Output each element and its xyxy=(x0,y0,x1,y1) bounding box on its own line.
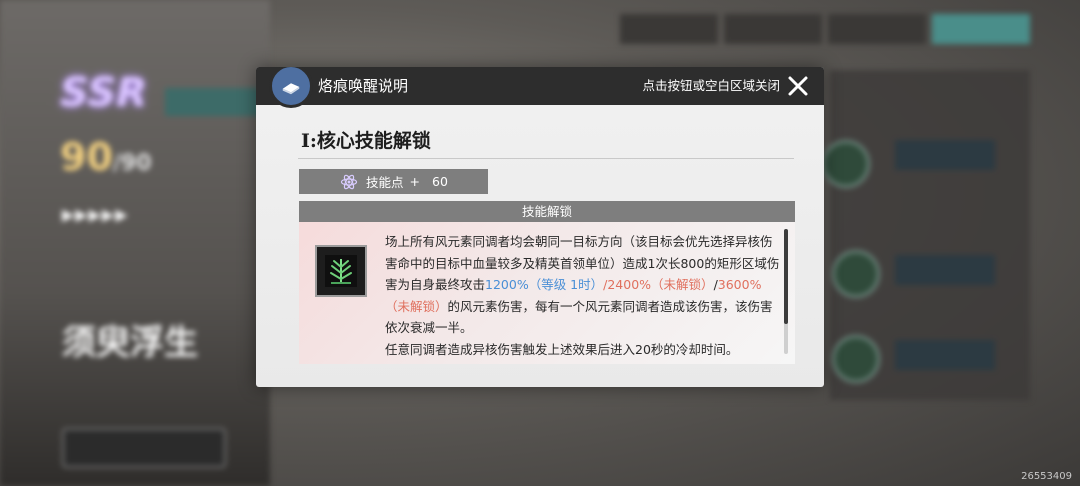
rarity-badge: SSR xyxy=(60,70,147,116)
rank-arrows: ▶▶▶▶▶ xyxy=(62,205,129,224)
skill-points-bar: 技能点 + 60 xyxy=(299,169,488,194)
scrollbar-thumb[interactable] xyxy=(784,229,788,324)
skill-points-value: 60 xyxy=(432,174,448,189)
book-icon xyxy=(269,67,313,108)
unlock-header: 技能解锁 xyxy=(299,201,795,222)
section-title: I:核心技能解锁 xyxy=(301,130,431,152)
node-label xyxy=(895,140,995,170)
node-label xyxy=(895,340,995,370)
wind-skill-icon xyxy=(315,245,367,297)
uid-label: 26553409 xyxy=(1021,471,1072,482)
awakening-node xyxy=(832,335,880,383)
divider xyxy=(298,158,794,159)
skill-description: 场上所有风元素同调者均会朝同一目标方向（该目标会优先选择异核伤害命中的目标中血量… xyxy=(385,234,780,357)
tab-2 xyxy=(724,14,822,44)
background-button xyxy=(62,428,226,468)
awakening-node xyxy=(822,140,870,188)
character-name: 须臾浮生 xyxy=(62,323,198,363)
node-label xyxy=(895,255,995,285)
element-tag xyxy=(165,88,268,116)
tab-3 xyxy=(828,14,926,44)
skill-points-plus: + xyxy=(409,174,420,189)
dialog-header: 烙痕唤醒说明 点击按钮或空白区域关闭 xyxy=(256,67,824,108)
top-tabs xyxy=(620,14,1030,44)
close-hint: 点击按钮或空白区域关闭 xyxy=(642,78,780,93)
description-scrollbar[interactable] xyxy=(784,229,788,354)
tab-4-active xyxy=(932,14,1030,44)
awakening-info-dialog[interactable]: 烙痕唤醒说明 点击按钮或空白区域关闭 I:核心技能解锁 技能点 + 60 技能解… xyxy=(256,67,824,387)
tab-1 xyxy=(620,14,718,44)
close-icon[interactable] xyxy=(786,74,810,98)
dialog-title: 烙痕唤醒说明 xyxy=(318,77,409,95)
skill-unlock-box: 技能解锁 场上所有风元素同调者均会朝同一目标方向（该目标会优先选择异核伤害命中的… xyxy=(299,201,795,364)
skill-points-label: 技能点 xyxy=(366,175,404,190)
character-level: 90/90 xyxy=(60,135,152,179)
awakening-node xyxy=(832,250,880,298)
atom-icon xyxy=(340,174,358,189)
